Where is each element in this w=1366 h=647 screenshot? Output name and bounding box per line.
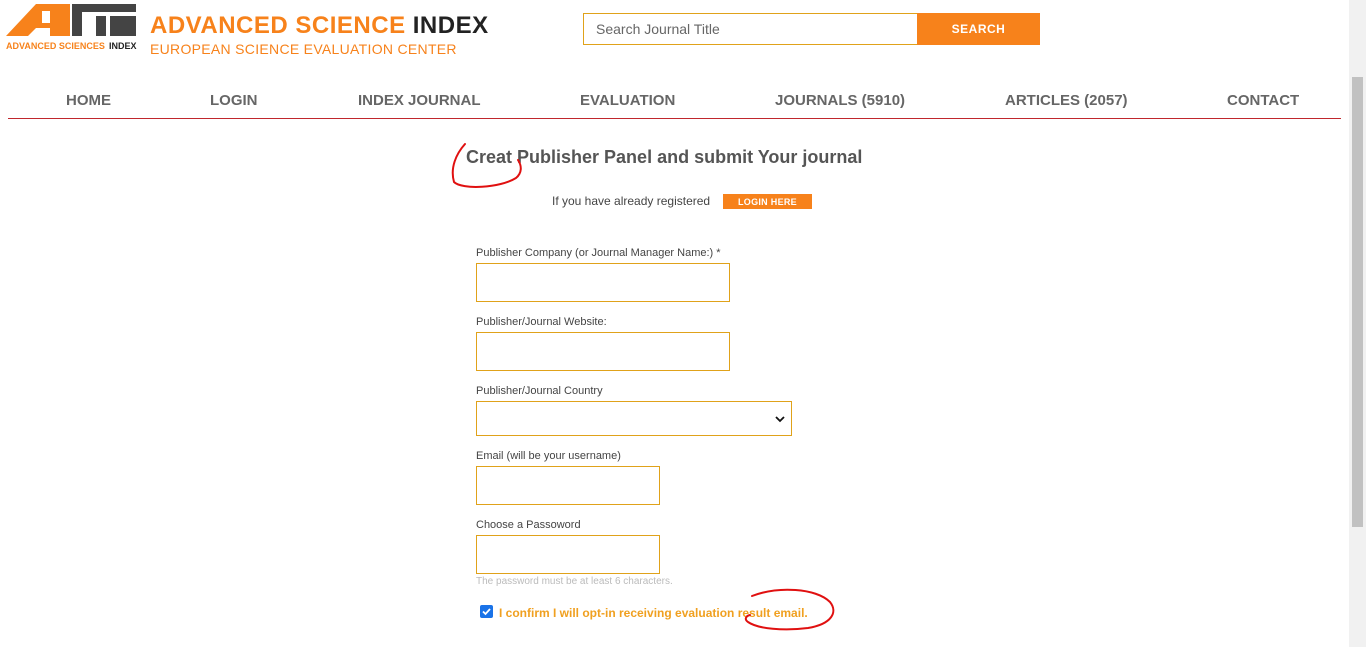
brand-title-orange: ADVANCED SCIENCE — [150, 12, 406, 39]
page-title: Creat Publisher Panel and submit Your jo… — [466, 147, 863, 167]
password-help-text: The password must be at least 6 characte… — [476, 576, 673, 587]
search-button[interactable]: SEARCH — [917, 13, 1040, 45]
nav-evaluation[interactable]: EVALUATION — [580, 92, 675, 109]
logo-text-index: INDEX — [109, 41, 137, 51]
nav-login[interactable]: LOGIN — [210, 92, 258, 109]
scrollbar-thumb[interactable] — [1352, 77, 1363, 527]
brand-title: ADVANCED SCIENCE INDEX — [150, 12, 489, 40]
logo-text: ADVANCED SCIENCES — [6, 41, 105, 51]
password-input[interactable] — [476, 535, 660, 574]
country-select[interactable] — [476, 401, 792, 436]
main-nav: HOME LOGIN INDEX JOURNAL EVALUATION JOUR… — [8, 86, 1341, 119]
search-input[interactable] — [583, 13, 917, 45]
checkmark-icon — [482, 608, 491, 616]
website-input[interactable] — [476, 332, 730, 371]
confirm-checkbox[interactable] — [480, 605, 493, 618]
chevron-down-icon — [775, 416, 785, 423]
password-label: Choose a Passoword — [476, 519, 581, 531]
email-label: Email (will be your username) — [476, 450, 621, 462]
email-input[interactable] — [476, 466, 660, 505]
website-label: Publisher/Journal Website: — [476, 316, 607, 328]
nav-articles[interactable]: ARTICLES (2057) — [1005, 92, 1128, 109]
nav-journals[interactable]: JOURNALS (5910) — [775, 92, 905, 109]
brand-title-dark: INDEX — [412, 12, 489, 39]
nav-home[interactable]: HOME — [66, 92, 111, 109]
company-label: Publisher Company (or Journal Manager Na… — [476, 247, 721, 259]
already-registered-text: If you have already registered — [552, 194, 711, 208]
site-logo[interactable]: ADVANCED SCIENCES INDEX — [6, 2, 137, 52]
page-scrollbar[interactable] — [1349, 0, 1366, 647]
nav-contact[interactable]: CONTACT — [1227, 92, 1299, 109]
login-here-button[interactable]: LOGIN HERE — [723, 194, 812, 209]
company-input[interactable] — [476, 263, 730, 302]
nav-index-journal[interactable]: INDEX JOURNAL — [358, 92, 481, 109]
brand-subtitle: EUROPEAN SCIENCE EVALUATION CENTER — [150, 41, 457, 57]
country-label: Publisher/Journal Country — [476, 385, 603, 397]
confirm-label[interactable]: I confirm I will opt-in receiving evalua… — [499, 606, 808, 620]
